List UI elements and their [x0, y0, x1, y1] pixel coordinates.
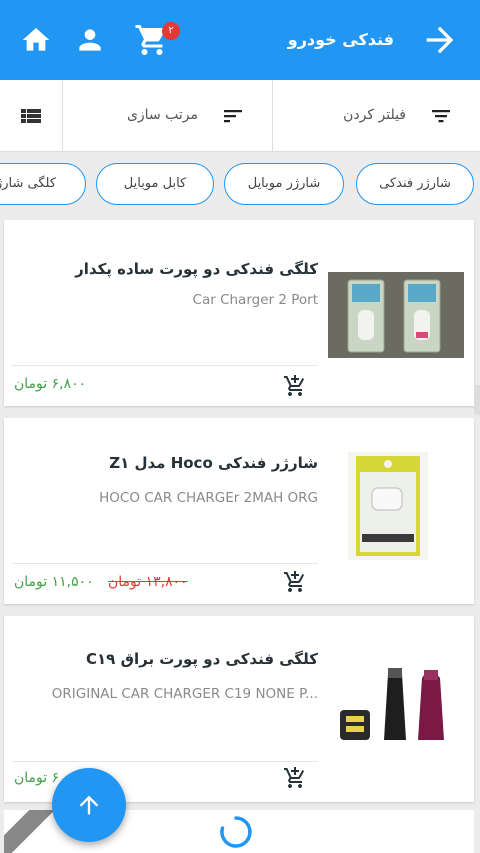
chip-mobile-charger[interactable]: شارژر موبایل	[224, 163, 344, 205]
list-toolbar: فیلتر کردن مرتب سازی	[0, 80, 480, 152]
product-name[interactable]: کلگی فندکی دو پورت براق C۱۹	[86, 650, 318, 668]
card-divider	[12, 365, 318, 366]
app-bar: فندکی خودرو ۲	[0, 0, 480, 80]
list-view-icon	[21, 109, 41, 123]
chip-mobile-cable[interactable]: کابل موبایل	[96, 163, 214, 205]
product-price: ۱۱,۵۰۰ تومان	[14, 574, 94, 590]
view-mode-button[interactable]	[0, 80, 62, 152]
sort-label: مرتب سازی	[126, 107, 198, 123]
filter-icon	[432, 110, 450, 123]
arrow-forward-icon[interactable]	[420, 20, 460, 60]
page-title: فندکی خودرو	[287, 30, 394, 49]
product-subtitle: Car Charger 2 Port	[192, 292, 318, 308]
home-icon[interactable]	[20, 24, 52, 56]
loading-spinner-icon	[220, 816, 252, 848]
add-to-cart-icon[interactable]	[282, 570, 308, 594]
filter-button[interactable]: فیلتر کردن	[272, 80, 480, 152]
add-to-cart-icon[interactable]	[282, 766, 308, 790]
chip-car-charger[interactable]: شارژر فندکی	[356, 163, 474, 205]
product-old-price: ۱۳,۸۰۰ تومان	[108, 574, 188, 590]
product-image[interactable]	[348, 452, 428, 560]
account-icon[interactable]	[74, 24, 106, 56]
product-subtitle: HOCO CAR CHARGEr 2MAH ORG	[99, 490, 318, 506]
product-price: ۶ تومان	[14, 770, 60, 786]
product-card[interactable]: کلگی فندکی دو پورت ساده پکدار Car Charge…	[4, 220, 474, 406]
product-name[interactable]: کلگی فندکی دو پورت ساده پکدار	[75, 260, 318, 278]
card-divider	[12, 761, 318, 762]
category-chips: شارژر فندکی شارژر موبایل کابل موبایل کلگ…	[0, 152, 480, 216]
add-to-cart-icon[interactable]	[282, 374, 308, 398]
scroll-top-button[interactable]	[52, 768, 126, 842]
cart-badge: ۲	[162, 22, 180, 40]
product-price: ۶,۸۰۰ تومان	[14, 376, 87, 392]
product-image[interactable]	[328, 644, 464, 746]
filter-label: فیلتر کردن	[343, 107, 406, 123]
sort-button[interactable]: مرتب سازی	[62, 80, 272, 152]
product-card[interactable]: شارژر فندکی Hoco مدل Z۱ HOCO CAR CHARGEr…	[4, 418, 474, 604]
arrow-up-icon	[79, 795, 99, 815]
scrollbar-handle[interactable]	[474, 385, 480, 415]
card-divider	[12, 563, 318, 564]
product-subtitle: ORIGINAL CAR CHARGER C19 NONE P...	[51, 686, 318, 702]
product-name[interactable]: شارژر فندکی Hoco مدل Z۱	[109, 454, 318, 472]
chip-charger-head[interactable]: کلگی شارژ	[0, 163, 86, 205]
sort-icon	[224, 110, 242, 123]
product-image[interactable]	[328, 272, 464, 358]
